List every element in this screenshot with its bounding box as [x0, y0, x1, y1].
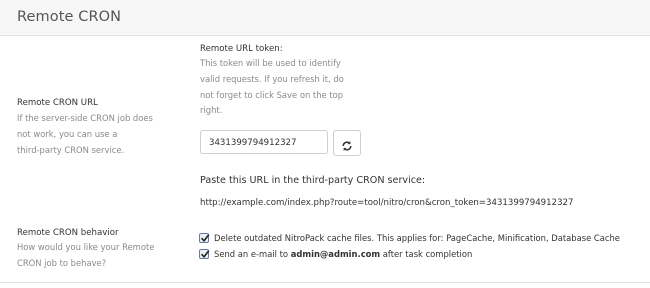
delete-cache-checkbox[interactable]: [199, 233, 210, 243]
remote-cron-url-description-3: third-party CRON service.: [17, 145, 125, 155]
delete-cache-label: Delete outdated NitroPack cache files. T…: [214, 233, 620, 243]
send-email-suffix: after task completion: [380, 249, 473, 259]
remote-cron-behavior-description-1: How would you like your Remote: [17, 242, 155, 252]
section-header: Remote CRON: [0, 0, 650, 36]
refresh-token-button[interactable]: [333, 130, 361, 156]
refresh-icon: [341, 137, 353, 151]
paste-url-label: Paste this URL in the third-party CRON s…: [200, 175, 426, 186]
send-email-label: Send an e-mail to admin@admin.com after …: [214, 249, 472, 259]
token-input[interactable]: 3431399794912327: [200, 130, 328, 154]
remote-cron-url-description-2: not work, you can use a: [17, 129, 118, 139]
email-address: admin@admin.com: [290, 249, 381, 259]
remote-cron-behavior-label: Remote CRON behavior: [17, 228, 119, 238]
token-help-4: right.: [200, 105, 223, 115]
send-email-option[interactable]: Send an e-mail to admin@admin.com after …: [199, 249, 472, 259]
send-email-checkbox[interactable]: [199, 249, 210, 259]
token-label: Remote URL token:: [200, 44, 283, 54]
section-title: Remote CRON: [17, 9, 122, 25]
cron-url: http://example.com/index.php?route=tool/…: [200, 198, 574, 208]
remote-cron-url-description-1: If the server-side CRON job does: [17, 113, 153, 123]
send-email-prefix: Send an e-mail to: [214, 249, 291, 259]
token-help-2: valid requests. If you refresh it, do: [200, 74, 344, 84]
remote-cron-behavior-description-2: CRON job to behave?: [17, 258, 107, 268]
remote-cron-url-label: Remote CRON URL: [17, 98, 98, 108]
token-help-1: This token will be used to identify: [200, 58, 341, 68]
token-help-3: not forget to click Save on the top: [200, 90, 344, 100]
delete-cache-option[interactable]: Delete outdated NitroPack cache files. T…: [199, 233, 620, 243]
bottom-divider: [0, 282, 650, 283]
